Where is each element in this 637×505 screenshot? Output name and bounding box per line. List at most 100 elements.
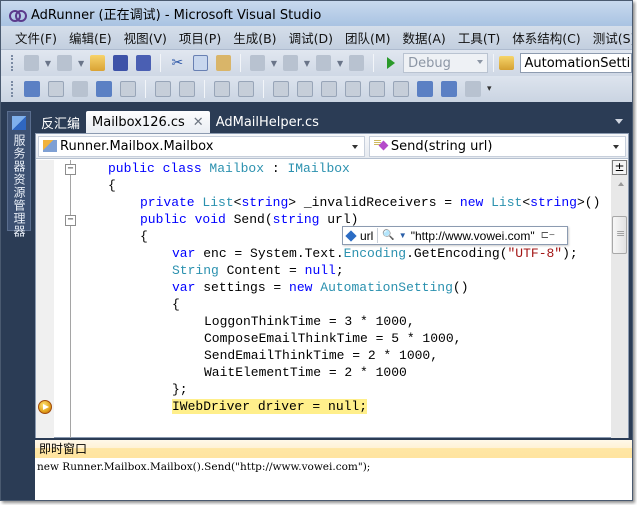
scrollbar-thumb[interactable] <box>612 216 627 254</box>
menu-test[interactable]: 测试(S) <box>587 28 632 47</box>
visual-studio-window: AdRunner (正在调试) - Microsoft Visual Studi… <box>0 0 633 501</box>
increase-indent-icon[interactable] <box>179 81 195 97</box>
navigate-backward-icon[interactable] <box>316 55 332 71</box>
previous-bookmark-icon[interactable] <box>297 81 313 97</box>
immediate-window-input[interactable]: new Runner.Mailbox.Mailbox().Send("http:… <box>35 458 632 476</box>
decrease-indent-icon[interactable] <box>155 81 171 97</box>
data-tip-value[interactable]: "http://www.vowei.com" <box>411 229 535 243</box>
next-bookmark-in-folder-icon[interactable] <box>369 81 385 97</box>
scroll-up-arrow-icon[interactable] <box>618 182 624 186</box>
cut-icon[interactable]: ✂ <box>170 55 185 71</box>
menu-data[interactable]: 数据(A) <box>397 28 452 47</box>
collapse-icon[interactable]: − <box>65 164 76 175</box>
redo-icon[interactable] <box>282 55 298 71</box>
clear-bookmarks-icon[interactable] <box>441 81 457 97</box>
toolbar-separator <box>145 80 146 98</box>
menu-tools[interactable]: 工具(T) <box>452 28 506 47</box>
window-title: AdRunner (正在调试) - Microsoft Visual Studi… <box>31 8 322 23</box>
tab-admailhelper-cs[interactable]: AdMailHelper.cs <box>210 111 325 133</box>
menu-project[interactable]: 项目(P) <box>173 28 227 47</box>
find-in-bookmarks-icon[interactable] <box>465 81 481 97</box>
toolbar-grip[interactable] <box>11 81 14 97</box>
save-icon[interactable] <box>113 55 128 71</box>
chevron-down-icon <box>351 144 358 149</box>
menu-file[interactable]: 文件(F) <box>9 28 63 47</box>
visualizer-magnifier-icon[interactable]: 🔍 <box>382 230 394 241</box>
paste-icon[interactable] <box>215 55 231 71</box>
chevron-down-icon[interactable]: ▼ <box>45 59 51 68</box>
title-bar: AdRunner (正在调试) - Microsoft Visual Studi… <box>1 1 632 26</box>
code-line: { <box>172 297 180 312</box>
menu-view[interactable]: 视图(V) <box>118 28 173 47</box>
class-icon <box>43 140 57 152</box>
start-debugging-icon[interactable] <box>387 57 396 69</box>
add-item-icon[interactable] <box>57 55 72 71</box>
display-word-completion-icon[interactable] <box>96 81 112 97</box>
menu-team[interactable]: 团队(M) <box>339 28 397 47</box>
tab-label: AdMailHelper.cs <box>215 114 319 130</box>
display-parameter-info-icon[interactable] <box>48 81 64 97</box>
close-icon[interactable]: ✕ <box>193 115 204 130</box>
previous-bookmark-in-document-icon[interactable] <box>393 81 409 97</box>
chevron-down-icon[interactable]: ▼ <box>304 59 310 68</box>
visual-studio-logo-icon <box>9 9 27 22</box>
solution-configuration-select[interactable]: Debug <box>403 53 488 73</box>
menu-build[interactable]: 生成(B) <box>227 28 282 47</box>
toolbar-overflow-icon[interactable]: ▾ <box>487 84 492 94</box>
outlining-line <box>70 160 71 438</box>
chevron-down-icon[interactable]: ▼ <box>337 59 343 68</box>
current-statement-line: IWebDriver driver = null; <box>76 398 606 415</box>
split-window-icon[interactable]: ± <box>612 160 627 175</box>
vertical-scrollbar[interactable]: ± <box>611 160 628 438</box>
copy-icon[interactable] <box>192 55 208 71</box>
comment-lines-icon[interactable] <box>214 81 230 97</box>
members-dropdown-value: Send(string url) <box>390 138 493 154</box>
format-document-icon[interactable] <box>120 81 136 97</box>
data-tip-separator <box>377 228 379 243</box>
method-icon <box>373 136 388 152</box>
uncomment-lines-icon[interactable] <box>238 81 254 97</box>
code-editor[interactable]: Runner.Mailbox.Mailbox Send(string url) … <box>35 133 629 438</box>
members-dropdown[interactable]: Send(string url) <box>368 135 626 157</box>
data-tip[interactable]: url 🔍 ▼ "http://www.vowei.com" ⊏− <box>342 226 568 245</box>
chevron-down-icon[interactable]: ▼ <box>271 59 277 68</box>
new-project-icon[interactable] <box>23 55 39 71</box>
types-dropdown[interactable]: Runner.Mailbox.Mailbox <box>38 135 365 157</box>
find-in-files-icon[interactable] <box>498 56 514 70</box>
immediate-window: 即时窗口 new Runner.Mailbox.Mailbox().Send("… <box>35 440 632 500</box>
navigate-forward-icon[interactable] <box>349 55 365 71</box>
tab-mailbox126-cs[interactable]: Mailbox126.cs ✕ <box>86 111 210 133</box>
active-files-dropdown-icon[interactable] <box>615 119 623 124</box>
menu-debug[interactable]: 调试(D) <box>283 28 339 47</box>
chevron-down-icon[interactable]: ▼ <box>399 231 407 240</box>
code-line: var settings = new AutomationSetting() <box>172 280 469 295</box>
save-all-icon[interactable] <box>136 55 151 71</box>
undo-icon[interactable] <box>249 55 265 71</box>
previous-bookmark-in-folder-icon[interactable] <box>345 81 361 97</box>
data-tip-name: url <box>360 228 374 243</box>
code-text[interactable]: public class Mailbox : IMailbox { privat… <box>76 160 606 438</box>
toggle-bookmark-icon[interactable] <box>273 81 289 97</box>
code-line: }; <box>172 382 188 397</box>
breakpoint-margin[interactable] <box>36 160 54 438</box>
open-file-icon[interactable] <box>90 55 106 71</box>
next-bookmark-in-document-icon[interactable] <box>417 81 433 97</box>
pin-icon[interactable]: ⊏− <box>541 230 555 241</box>
server-explorer-label: 服务器资源管理器 <box>12 134 26 238</box>
toolbar-separator <box>263 80 264 98</box>
menu-edit[interactable]: 编辑(E) <box>63 28 118 47</box>
immediate-window-title: 即时窗口 <box>35 440 632 458</box>
toolbar-grip[interactable] <box>11 55 14 71</box>
menu-architecture[interactable]: 体系结构(C) <box>506 28 586 47</box>
toolbar-separator <box>159 54 161 72</box>
code-line: String Content = null; <box>172 263 344 278</box>
find-input[interactable]: AutomationSetting <box>519 53 632 73</box>
collapse-icon[interactable]: − <box>65 215 76 226</box>
toolbar-separator <box>492 54 494 72</box>
next-bookmark-icon[interactable] <box>321 81 337 97</box>
chevron-down-icon[interactable]: ▼ <box>78 59 84 68</box>
display-object-member-list-icon[interactable] <box>24 81 40 97</box>
tab-disassembly[interactable]: 反汇编 <box>35 111 86 133</box>
server-explorer-tab[interactable]: 服务器资源管理器 <box>7 111 31 238</box>
display-quick-info-icon[interactable] <box>72 81 88 97</box>
